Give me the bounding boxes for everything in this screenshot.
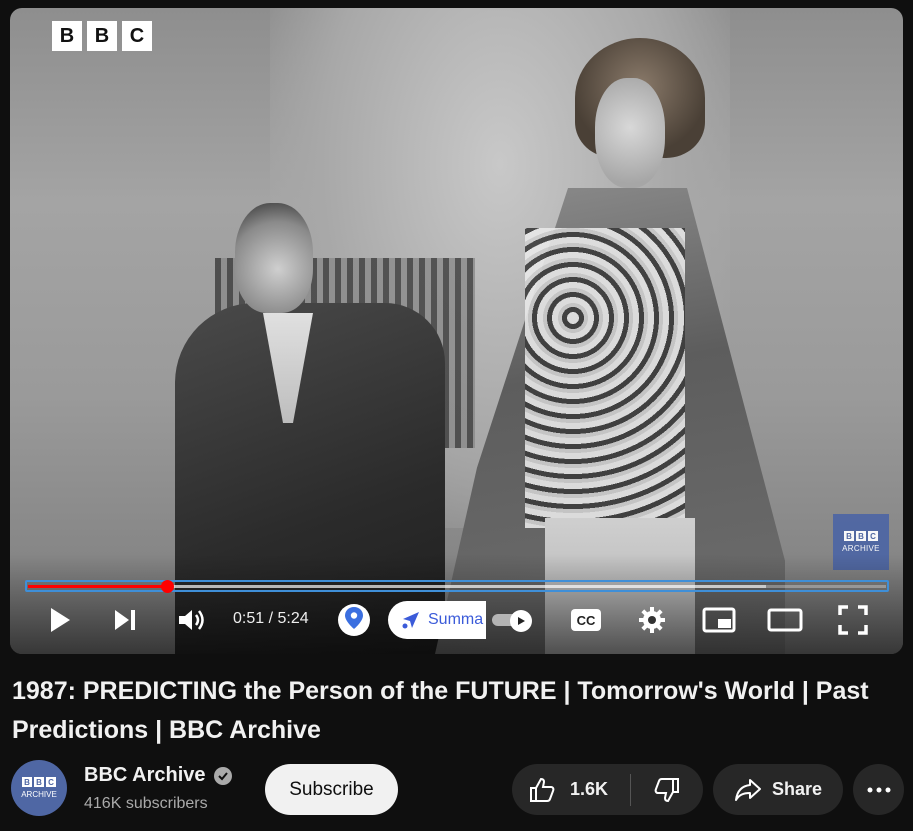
location-pin-icon [344,606,364,635]
sparkle-icon [400,609,422,631]
share-arrow-icon [734,777,762,803]
verified-icon [213,766,232,785]
summary-chip[interactable]: Summa [388,601,486,639]
time-display: 0:51 / 5:24 [233,610,309,627]
settings-button[interactable] [635,602,669,638]
fullscreen-button[interactable] [836,602,870,638]
dislike-button[interactable] [631,764,703,815]
play-icon [48,607,72,633]
miniplayer-button[interactable] [701,602,737,638]
autoplay-toggle[interactable] [492,610,538,632]
progress-scrubber[interactable] [160,580,174,593]
progress-bar[interactable] [25,580,889,593]
svg-text:CC: CC [577,613,596,628]
like-dislike-group: 1.6K [512,764,703,815]
fullscreen-icon [838,605,868,635]
more-horizontal-icon [867,787,891,793]
video-player[interactable]: B B C B B C ARCHIVE 0:51 / 5:24 Summa CC [10,8,903,654]
share-label: Share [771,779,823,799]
closed-captions-icon: CC [570,608,602,632]
thumbs-up-icon [528,776,556,804]
next-button[interactable] [109,602,141,638]
subscribe-button[interactable]: Subscribe [265,764,398,815]
play-button[interactable] [44,602,76,638]
video-title: 1987: PREDICTING the Person of the FUTUR… [12,677,869,744]
volume-button[interactable] [175,602,209,638]
like-button[interactable]: 1.6K [512,764,630,815]
channel-name[interactable]: BBC Archive [84,764,206,787]
channel-avatar[interactable]: B B C ARCHIVE [11,760,67,816]
channel-name-row[interactable]: BBC Archive [84,764,232,787]
progress-played [28,585,167,588]
autoplay-toggle-icon [510,610,532,632]
share-button[interactable]: Share [713,764,843,815]
more-actions-button[interactable] [853,764,904,815]
like-count: 1.6K [570,779,609,799]
summary-chip-label: Summa [428,611,484,628]
volume-icon [177,607,207,633]
captions-button[interactable]: CC [569,602,603,638]
thumbs-down-icon [653,776,681,804]
subscriber-count: 416K subscribers [84,795,208,812]
skip-next-icon [112,608,138,632]
location-button[interactable] [338,604,370,636]
theater-mode-icon [767,608,803,632]
theater-mode-button[interactable] [767,602,803,638]
gear-icon [637,605,667,635]
miniplayer-icon [702,607,736,633]
bbc-logo: B B C [52,21,152,51]
